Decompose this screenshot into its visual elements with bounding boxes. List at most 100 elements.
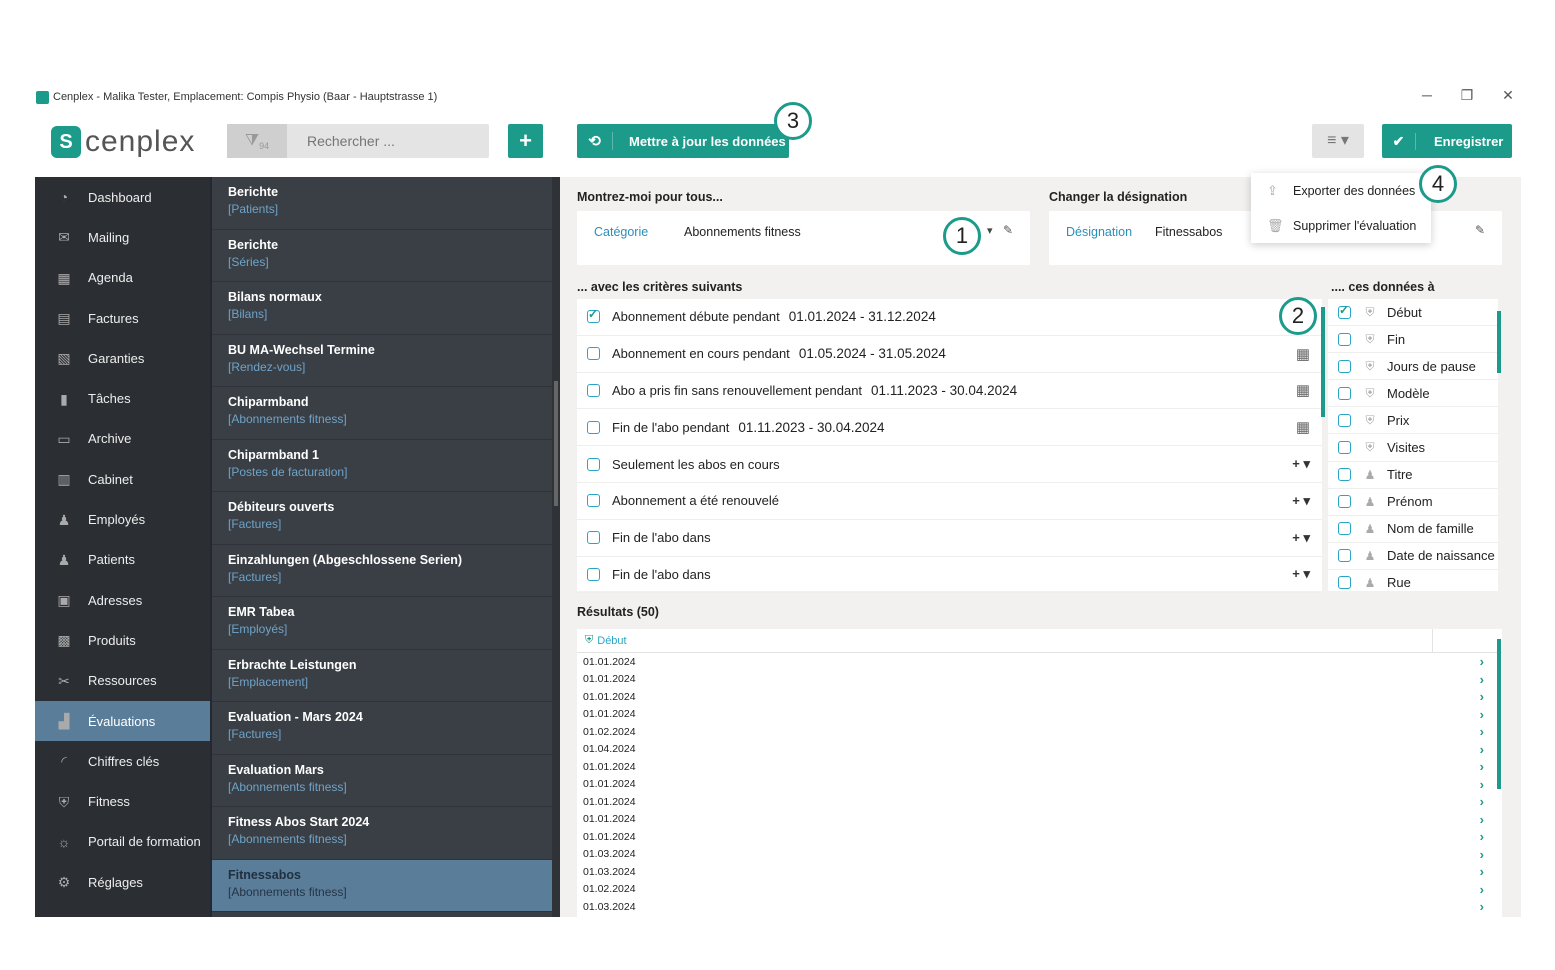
criteria-row[interactable]: Abonnement a été renouvelé + ▾ xyxy=(577,483,1322,520)
data-field-row[interactable]: ♟ Rue xyxy=(1328,570,1498,591)
criteria-row[interactable]: Fin de l'abo dans + ▾ xyxy=(577,520,1322,557)
table-row[interactable]: 01.01.2024 › xyxy=(577,653,1502,671)
chevron-right-icon[interactable]: › xyxy=(1480,812,1484,827)
list-item[interactable]: Chiparmband [Abonnements fitness] xyxy=(212,387,560,440)
sidebar-item-ressources[interactable]: ✂ Ressources xyxy=(35,661,210,701)
chevron-right-icon[interactable]: › xyxy=(1480,724,1484,739)
checkbox[interactable] xyxy=(587,307,600,324)
category-value[interactable]: Abonnements fitness xyxy=(684,225,801,239)
list-item[interactable]: Einzahlungen (Abgeschlossene Serien) [Fac… xyxy=(212,544,560,597)
sidebar-item-factures[interactable]: ▤ Factures xyxy=(35,298,210,338)
chevron-right-icon[interactable]: › xyxy=(1480,707,1484,722)
pencil-icon[interactable]: ✎ xyxy=(1003,223,1013,237)
data-field-row[interactable]: ⛨ Jours de pause xyxy=(1328,353,1498,381)
checkbox[interactable] xyxy=(1338,522,1351,536)
sidebar-item--valuations[interactable]: ▟ Évaluations xyxy=(35,700,210,742)
data-field-row[interactable]: ♟ Nom de famille xyxy=(1328,516,1498,543)
table-row[interactable]: 01.04.2024 › xyxy=(577,741,1502,759)
criteria-row[interactable]: Seulement les abos en cours + ▾ xyxy=(577,446,1322,483)
sidebar-item-mailing[interactable]: ✉ Mailing xyxy=(35,217,210,257)
criteria-row[interactable]: Fin de l'abo pendant 01.11.2023 - 30.04.2… xyxy=(577,409,1322,447)
table-row[interactable]: 01.01.2024 › xyxy=(577,706,1502,724)
criteria-row[interactable]: Abonnement en cours pendant 01.05.2024 - … xyxy=(577,336,1322,373)
sidebar-item-agenda[interactable]: ▦ Agenda xyxy=(35,258,210,298)
sidebar-item-portail-de-formation[interactable]: ☼ Portail de formation xyxy=(35,822,210,862)
sidebar-item-employ-s[interactable]: ♟ Employés xyxy=(35,499,210,539)
checkbox[interactable] xyxy=(1338,549,1351,563)
criteria-value[interactable]: 01.05.2024 - 31.05.2024 xyxy=(799,346,946,361)
list-scrollbar[interactable] xyxy=(552,177,560,917)
table-row[interactable]: 01.02.2024 › xyxy=(577,881,1502,899)
close-icon[interactable]: ✕ xyxy=(1498,87,1518,104)
list-item[interactable]: Berichte [Séries] xyxy=(212,229,560,282)
add-dropdown-icon[interactable]: + ▾ xyxy=(1292,493,1310,509)
filter-button[interactable]: ⧩94 xyxy=(227,124,287,158)
sidebar-item-dashboard[interactable]: ◔ Dashboard xyxy=(35,177,210,217)
table-row[interactable]: 01.01.2024 › xyxy=(577,793,1502,811)
data-field-row[interactable]: ⛨ Fin xyxy=(1328,326,1498,354)
scroll-thumb[interactable] xyxy=(1497,639,1501,789)
list-item[interactable]: Bilans normaux [Bilans] xyxy=(212,282,560,335)
list-item[interactable]: Evaluation - Mars 2024 [Factures] xyxy=(212,702,560,755)
data-field-row[interactable]: ♟ Titre xyxy=(1328,462,1498,489)
results-scrollbar[interactable] xyxy=(1496,629,1502,917)
chevron-right-icon[interactable]: › xyxy=(1480,794,1484,809)
sidebar-item-adresses[interactable]: ▣ Adresses xyxy=(35,580,210,620)
list-item[interactable]: BU MA-Wechsel Termine [Rendez-vous] xyxy=(212,334,560,387)
scroll-thumb[interactable] xyxy=(1321,307,1325,417)
table-row[interactable]: 01.01.2024 › xyxy=(577,758,1502,776)
checkbox[interactable] xyxy=(1338,441,1351,455)
criteria-value[interactable]: 01.01.2024 - 31.12.2024 xyxy=(789,309,936,324)
chevron-right-icon[interactable]: › xyxy=(1480,829,1484,844)
criteria-row[interactable]: Abo a pris fin sans renouvellement penda… xyxy=(577,373,1322,410)
criteria-value[interactable]: 01.11.2023 - 30.04.2024 xyxy=(871,383,1017,398)
list-item[interactable]: Berichte [Patients] xyxy=(212,177,560,230)
calendar-icon[interactable]: ▦ xyxy=(1296,418,1310,436)
chevron-right-icon[interactable]: › xyxy=(1480,864,1484,879)
data-field-row[interactable]: ⛨ Début xyxy=(1328,299,1498,327)
data-field-row[interactable]: ⛨ Visites xyxy=(1328,434,1498,462)
scroll-thumb[interactable] xyxy=(1497,311,1501,373)
list-item[interactable]: EMR Tabea [Employés] xyxy=(212,597,560,650)
chevron-down-icon[interactable]: ▾ xyxy=(987,224,993,237)
delete-evaluation-item[interactable]: 🗑 Supprimer l'évaluation xyxy=(1251,208,1431,243)
checkbox[interactable] xyxy=(587,567,600,581)
pencil-icon[interactable]: ✎ xyxy=(1475,223,1485,237)
list-item[interactable]: Fitnessabos [Abonnements fitness] xyxy=(212,859,560,912)
minimize-icon[interactable]: ─ xyxy=(1417,87,1437,103)
search-input[interactable] xyxy=(297,124,487,158)
sidebar-item-patients[interactable]: ♟ Patients xyxy=(35,540,210,580)
table-row[interactable]: 01.03.2024 › xyxy=(577,863,1502,881)
update-data-button[interactable]: ⟲ Mettre à jour les données xyxy=(577,124,789,158)
chevron-right-icon[interactable]: › xyxy=(1480,882,1484,897)
checkbox[interactable] xyxy=(1338,468,1351,482)
add-dropdown-icon[interactable]: + ▾ xyxy=(1292,566,1310,582)
sidebar-item-garanties[interactable]: ▧ Garanties xyxy=(35,338,210,378)
table-row[interactable]: 01.01.2024 › xyxy=(577,671,1502,689)
chevron-right-icon[interactable]: › xyxy=(1480,777,1484,792)
data-field-row[interactable]: ♟ Prénom xyxy=(1328,489,1498,516)
export-data-item[interactable]: ⇪ Exporter des données xyxy=(1251,173,1431,208)
restore-icon[interactable]: ❐ xyxy=(1457,87,1477,104)
checkbox[interactable] xyxy=(587,457,600,471)
checkbox[interactable] xyxy=(587,347,600,361)
table-row[interactable]: 01.01.2024 › xyxy=(577,828,1502,846)
checkbox[interactable] xyxy=(1338,359,1351,373)
checkbox[interactable] xyxy=(1338,576,1351,590)
calendar-icon[interactable]: ▦ xyxy=(1296,381,1310,399)
criteria-row[interactable]: Abonnement débute pendant 01.01.2024 - 31… xyxy=(577,299,1322,336)
checkbox[interactable] xyxy=(1338,303,1351,319)
sidebar-item-cabinet[interactable]: ▥ Cabinet xyxy=(35,459,210,499)
criteria-value[interactable]: 01.11.2023 - 30.04.2024 xyxy=(738,420,884,435)
save-button[interactable]: ✔ Enregistrer xyxy=(1382,124,1512,158)
table-row[interactable]: 01.01.2024 › xyxy=(577,688,1502,706)
add-dropdown-icon[interactable]: + ▾ xyxy=(1292,530,1310,546)
sidebar-item-t-ches[interactable]: ▮ Tâches xyxy=(35,378,210,418)
chevron-right-icon[interactable]: › xyxy=(1480,742,1484,757)
table-row[interactable]: 01.01.2024 › xyxy=(577,776,1502,794)
criteria-scrollbar[interactable] xyxy=(1320,299,1326,591)
table-row[interactable]: 01.03.2024 › xyxy=(577,898,1502,916)
checkbox[interactable] xyxy=(1338,413,1351,427)
sidebar-item-fitness[interactable]: ⛨ Fitness xyxy=(35,781,210,821)
sidebar-item-archive[interactable]: ▭ Archive xyxy=(35,419,210,459)
